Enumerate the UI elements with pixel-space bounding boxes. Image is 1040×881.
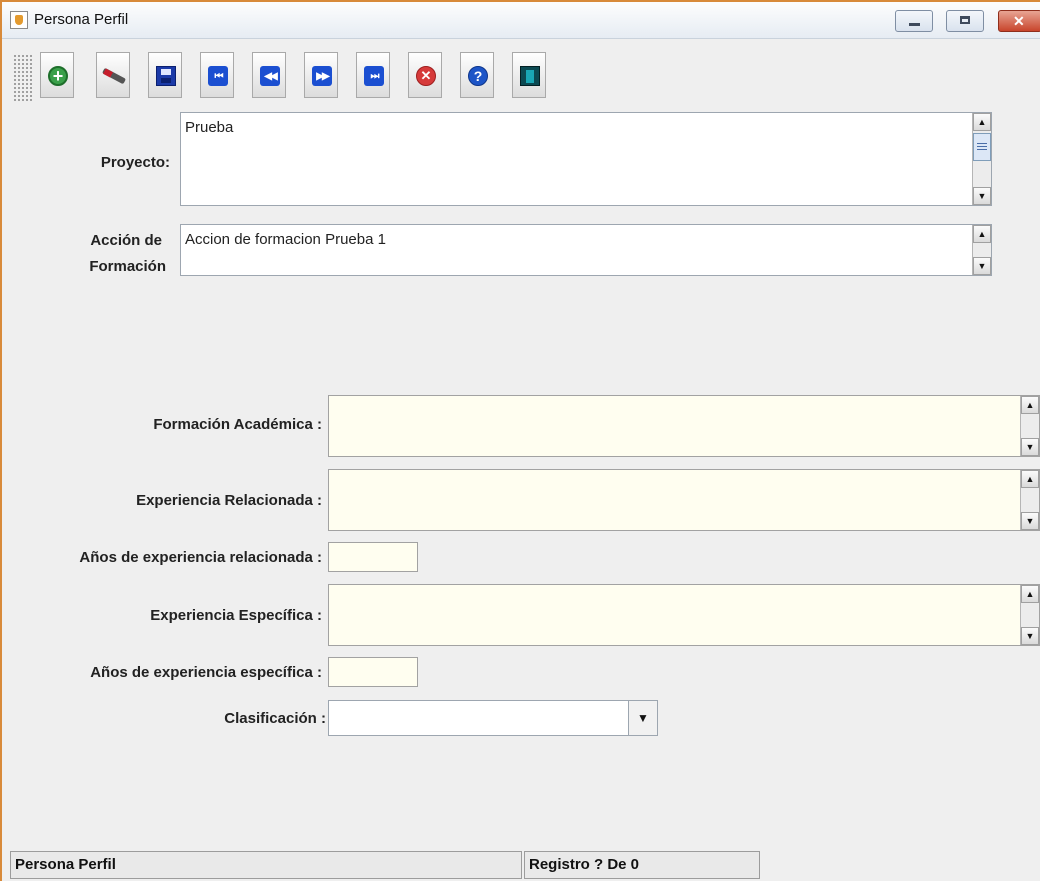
clasificacion-label: Clasificación : — [224, 710, 326, 727]
title-bar: Persona Perfil ✕ — [2, 2, 1040, 39]
proyecto-textarea[interactable]: Prueba ▲ ▼ — [180, 112, 992, 206]
maximize-button[interactable] — [946, 10, 984, 32]
save-button[interactable] — [148, 52, 182, 98]
last-record-icon: ⏭ — [364, 66, 384, 86]
minimize-button[interactable] — [895, 10, 933, 32]
formacion-academica-scrollbar[interactable]: ▲ ▼ — [1020, 396, 1039, 456]
status-record-count: Registro ? De 0 — [524, 851, 760, 879]
anios-especifica-label: Años de experiencia específica : — [90, 664, 322, 681]
window-title: Persona Perfil — [34, 11, 129, 28]
next-record-button[interactable]: ▶▶ — [304, 52, 338, 98]
proyecto-scrollbar[interactable]: ▲ ▼ — [972, 113, 991, 205]
scroll-down-icon[interactable]: ▼ — [1021, 438, 1039, 456]
close-button[interactable]: ✕ — [998, 10, 1040, 32]
add-button[interactable]: + — [40, 52, 74, 98]
cancel-button[interactable]: ✕ — [408, 52, 442, 98]
minimize-icon — [909, 23, 920, 26]
accion-label-line1: Acción de — [90, 232, 162, 249]
proyecto-label: Proyecto: — [100, 154, 170, 171]
accion-scrollbar[interactable]: ▲ ▼ — [972, 225, 991, 275]
close-icon: ✕ — [1013, 13, 1025, 29]
status-left: Persona Perfil — [10, 851, 522, 879]
scroll-down-icon[interactable]: ▼ — [973, 257, 991, 275]
help-icon: ? — [468, 66, 488, 86]
cancel-icon: ✕ — [416, 66, 436, 86]
scroll-down-icon[interactable]: ▼ — [1021, 627, 1039, 645]
experiencia-especifica-textarea[interactable]: ▲ ▼ — [328, 584, 1040, 646]
scroll-up-icon[interactable]: ▲ — [973, 225, 991, 243]
status-bar: Persona Perfil Registro ? De 0 — [10, 851, 1040, 881]
maximize-icon — [960, 16, 970, 24]
anios-relacionada-input[interactable] — [328, 542, 418, 572]
scroll-up-icon[interactable]: ▲ — [973, 113, 991, 131]
scroll-thumb[interactable] — [973, 133, 991, 161]
accion-textarea[interactable]: Accion de formacion Prueba 1 ▲ ▼ — [180, 224, 992, 276]
first-record-icon: ⏮ — [208, 66, 228, 86]
scroll-up-icon[interactable]: ▲ — [1021, 585, 1039, 603]
java-app-icon — [10, 11, 28, 29]
first-record-button[interactable]: ⏮ — [200, 52, 234, 98]
exit-door-icon — [520, 66, 540, 86]
previous-record-button[interactable]: ◀◀ — [252, 52, 286, 98]
next-record-icon: ▶▶ — [312, 66, 332, 86]
experiencia-relacionada-scrollbar[interactable]: ▲ ▼ — [1020, 470, 1039, 530]
anios-especifica-input[interactable] — [328, 657, 418, 687]
clasificacion-select[interactable]: ▼ — [328, 700, 658, 736]
edit-icon — [104, 66, 124, 86]
exit-button[interactable] — [512, 52, 546, 98]
chevron-down-icon[interactable]: ▼ — [628, 701, 657, 735]
previous-record-icon: ◀◀ — [260, 66, 280, 86]
toolbar: + ⏮ ◀◀ ▶▶ ⏭ ✕ ? — [10, 44, 1040, 104]
toolbar-grip[interactable] — [13, 54, 33, 102]
add-icon: + — [48, 66, 68, 86]
experiencia-relacionada-textarea[interactable]: ▲ ▼ — [328, 469, 1040, 531]
formacion-academica-label: Formación Académica : — [153, 416, 322, 433]
app-window: Persona Perfil ✕ + ⏮ ◀◀ ▶▶ ⏭ ✕ ? Proyect… — [0, 0, 1040, 881]
scroll-up-icon[interactable]: ▲ — [1021, 470, 1039, 488]
formacion-academica-textarea[interactable]: ▲ ▼ — [328, 395, 1040, 457]
edit-button[interactable] — [96, 52, 130, 98]
scroll-down-icon[interactable]: ▼ — [973, 187, 991, 205]
accion-label-line2: Formación — [89, 258, 166, 275]
proyecto-value: Prueba — [185, 119, 234, 136]
experiencia-especifica-label: Experiencia Específica : — [150, 607, 322, 624]
experiencia-especifica-scrollbar[interactable]: ▲ ▼ — [1020, 585, 1039, 645]
help-button[interactable]: ? — [460, 52, 494, 98]
experiencia-relacionada-label: Experiencia Relacionada : — [136, 492, 322, 509]
anios-relacionada-label: Años de experiencia relacionada : — [79, 549, 322, 566]
accion-value: Accion de formacion Prueba 1 — [185, 231, 386, 248]
scroll-down-icon[interactable]: ▼ — [1021, 512, 1039, 530]
last-record-button[interactable]: ⏭ — [356, 52, 390, 98]
save-icon — [156, 66, 176, 86]
scroll-up-icon[interactable]: ▲ — [1021, 396, 1039, 414]
